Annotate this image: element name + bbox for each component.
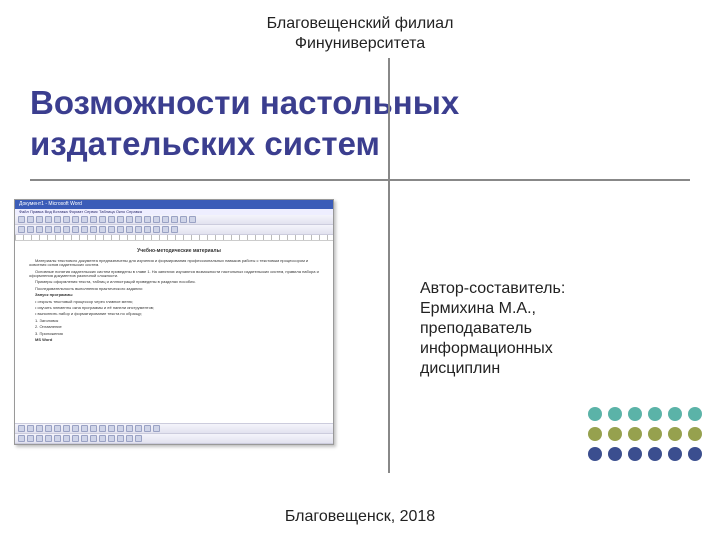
- thumb-program-label: Запуск программы: [29, 293, 323, 297]
- institution-line2: Финуниверситета: [0, 34, 720, 54]
- dot-icon: [628, 447, 642, 461]
- dot-icon: [668, 447, 682, 461]
- dot-icon: [608, 427, 622, 441]
- dot-icon: [688, 427, 702, 441]
- thumb-titlebar: Документ1 - Microsoft Word: [15, 200, 333, 210]
- decorative-dot-grid: [588, 407, 702, 467]
- thumb-document-body: Учебно-методические материалы Материалы …: [15, 241, 333, 417]
- dot-icon: [648, 407, 662, 421]
- vertical-divider: [388, 58, 390, 473]
- title-line1: Возможности настольных: [30, 82, 720, 123]
- title-underline: [30, 179, 690, 181]
- title-line2: издательских систем: [30, 123, 720, 164]
- slide-title: Возможности настольных издательских сист…: [30, 82, 720, 165]
- author-line5: дисциплин: [420, 359, 565, 379]
- dot-icon: [668, 427, 682, 441]
- author-line2: Ермихина М.А.,: [420, 299, 565, 319]
- dot-icon: [648, 427, 662, 441]
- dot-icon: [588, 407, 602, 421]
- dot-icon: [688, 407, 702, 421]
- dot-icon: [608, 447, 622, 461]
- dot-icon: [668, 407, 682, 421]
- thumb-footer-toolbars: [15, 423, 333, 444]
- dot-icon: [588, 447, 602, 461]
- dot-icon: [608, 407, 622, 421]
- author-line3: преподаватель: [420, 319, 565, 339]
- thumb-doc-heading: Учебно-методические материалы: [29, 249, 323, 255]
- dot-icon: [648, 447, 662, 461]
- thumb-toolbar-1: [15, 215, 333, 225]
- dot-icon: [588, 427, 602, 441]
- institution-line1: Благовещенский филиал: [0, 14, 720, 34]
- author-line1: Автор-составитель:: [420, 279, 565, 299]
- word-screenshot-thumbnail: Документ1 - Microsoft Word Файл Правка В…: [14, 199, 334, 445]
- thumb-toolbar-2: [15, 225, 333, 235]
- slide-footer: Благовещенск, 2018: [0, 508, 720, 526]
- dot-icon: [688, 447, 702, 461]
- author-line4: информационных: [420, 339, 565, 359]
- dot-icon: [628, 407, 642, 421]
- author-block: Автор-составитель: Ермихина М.А., препод…: [420, 279, 565, 379]
- institution-header: Благовещенский филиал Финуниверситета: [0, 0, 720, 54]
- thumb-word-label: MS Word: [29, 338, 323, 342]
- dot-icon: [628, 427, 642, 441]
